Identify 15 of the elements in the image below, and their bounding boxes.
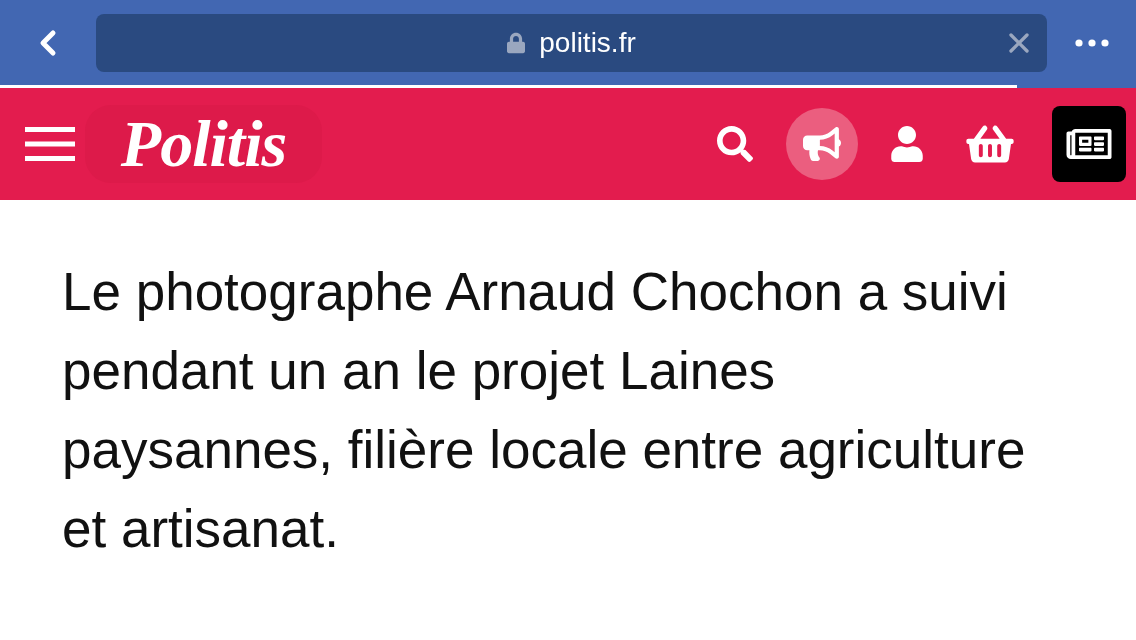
address-bar[interactable]: politis.fr [96, 14, 1047, 72]
basket-icon [966, 123, 1014, 165]
account-button[interactable] [889, 124, 925, 164]
menu-button[interactable] [25, 127, 75, 161]
search-icon [717, 126, 753, 162]
menu-icon [25, 127, 75, 161]
ellipsis-icon [1074, 38, 1109, 47]
site-logo[interactable]: Politis [85, 105, 322, 183]
url-text: politis.fr [539, 29, 636, 57]
search-button[interactable] [715, 124, 755, 164]
article-lede: Le photographe Arnaud Chochon a suivi pendant un an le projet Laines paysannes, filière locale entre agriculture et artisanat. [62, 261, 1027, 560]
newspaper-button[interactable] [1052, 106, 1126, 182]
lock-icon [507, 32, 526, 54]
megaphone-icon [803, 125, 841, 163]
user-icon [891, 126, 923, 162]
